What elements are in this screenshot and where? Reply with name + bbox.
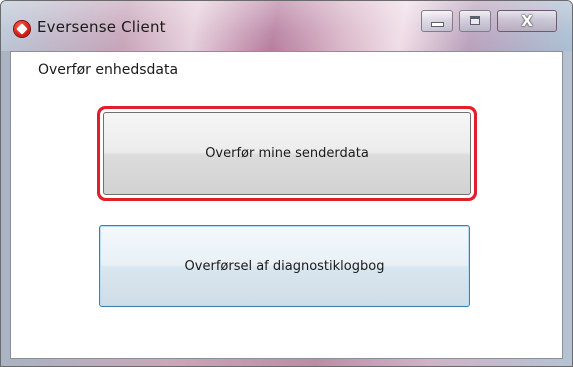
transfer-diagnostic-log-button[interactable]: Overførsel af diagnostiklogbog — [99, 225, 470, 307]
app-window: Eversense Client X Overfør enhedsdata Ov… — [0, 0, 573, 367]
eversense-logo-icon — [14, 21, 30, 37]
minimize-icon — [432, 23, 443, 26]
client-area: Overfør enhedsdata Overfør mine senderda… — [10, 51, 563, 359]
window-title: Eversense Client — [37, 18, 166, 36]
minimize-button[interactable] — [421, 10, 453, 32]
transfer-diagnostic-log-label: Overførsel af diagnostiklogbog — [184, 258, 385, 274]
title-bar[interactable]: Eversense Client X — [1, 1, 572, 51]
transfer-sensor-data-label: Overfør mine senderdata — [205, 146, 369, 161]
transfer-sensor-data-button[interactable]: Overfør mine senderdata — [103, 112, 471, 195]
section-title: Overfør enhedsdata — [38, 62, 179, 78]
maximize-icon — [470, 16, 480, 25]
maximize-button[interactable] — [459, 10, 491, 32]
close-button[interactable]: X — [497, 10, 557, 32]
close-icon: X — [521, 12, 533, 30]
